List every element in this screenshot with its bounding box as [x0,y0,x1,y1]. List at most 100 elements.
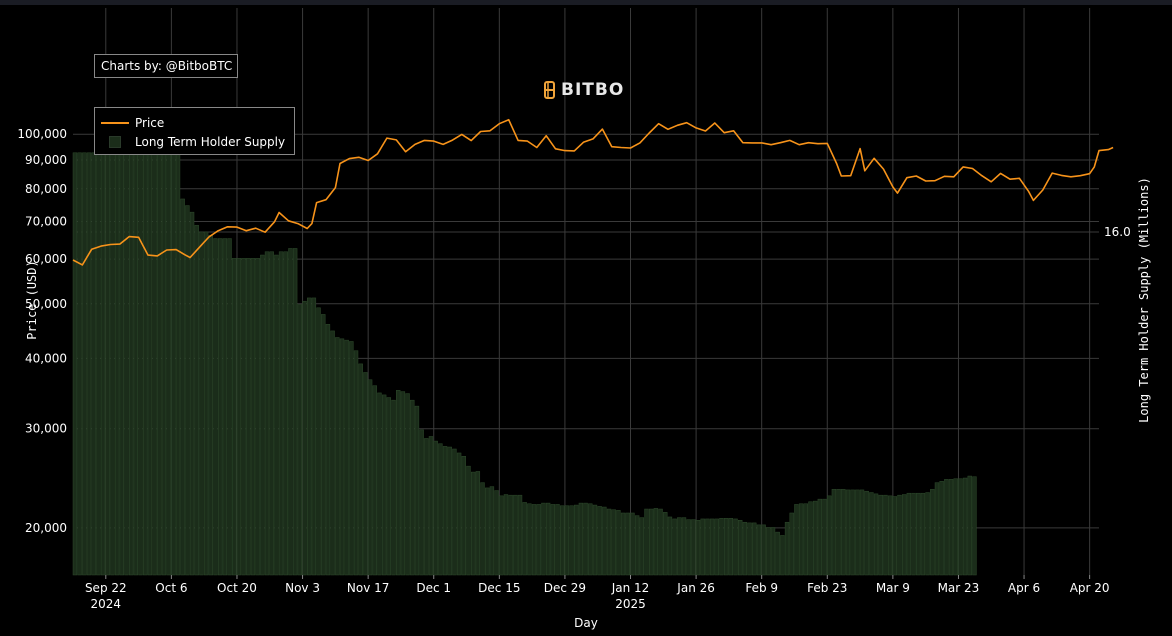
supply-bar [105,149,110,576]
supply-bar [672,518,677,576]
supply-bar [166,149,171,576]
supply-bar [185,205,190,576]
supply-bar [452,448,457,576]
supply-bar [339,338,345,576]
supply-bar [639,517,645,576]
supply-bar [311,297,317,576]
supply-bar [396,390,401,576]
supply-bar [143,152,148,576]
supply-bar [630,512,635,576]
x-tick-label: Apr 20 [1070,581,1110,595]
supply-bar [447,446,452,576]
supply-bar [588,503,593,576]
supply-bar [503,494,509,576]
supply-bar [128,152,134,576]
supply-bar [302,300,307,576]
supply-bar [812,500,818,576]
x-axis: Sep 22 2024 Oct 6 Oct 20 Nov 3 Nov 17 Dec 1 Dec… [85,575,1110,611]
supply-bar [723,518,729,576]
supply-bar [887,495,893,576]
y-left-tick-label: 20,000 [25,521,67,535]
supply-bar [499,495,504,576]
y-right-tick-label: 16.0 [1104,225,1131,239]
supply-bar [934,482,940,576]
supply-bar [948,479,954,576]
supply-bar [199,231,204,576]
legend-price-swatch [101,122,129,124]
supply-bar [925,492,930,576]
x-tick-year-label: 2025 [615,597,646,611]
supply-bar [822,498,827,576]
legend-price-label: Price [135,116,165,130]
supply-bar [349,341,354,576]
supply-bar [161,152,167,576]
bitbo-logo: BITBO [543,79,624,101]
supply-bar [325,324,331,576]
supply-bar [841,488,846,576]
supply-bar [461,456,466,576]
supply-bar [625,512,630,576]
supply-bar [784,521,790,576]
supply-bar [330,330,335,576]
supply-bar [545,502,551,576]
supply-bar [400,391,406,576]
supply-bar [775,531,780,576]
y-left-tick-label: 70,000 [25,214,67,228]
supply-bar [372,385,377,576]
supply-bar [377,392,382,576]
supply-bar [119,149,124,576]
supply-bar [719,518,724,576]
supply-bar [255,258,260,576]
legend[interactable]: Price Long Term Holder Supply [94,107,295,155]
supply-bar [906,492,912,576]
supply-bar [72,152,78,576]
supply-bar [278,251,284,576]
supply-bar [138,152,143,576]
supply-bar [714,518,719,576]
supply-bar [246,258,251,576]
supply-bar [414,405,420,576]
supply-bar [616,510,621,576]
y-left-tick-label: 40,000 [25,351,67,365]
legend-supply-label: Long Term Holder Supply [135,135,286,149]
bitbo-logo-icon [544,81,555,99]
supply-bar [386,397,392,576]
supply-bar [892,496,897,576]
supply-bar [527,503,532,576]
supply-bar [611,509,616,576]
supply-bar [850,489,855,576]
supply-bar [203,231,209,576]
supply-bar [470,471,476,576]
supply-bar [681,517,687,576]
x-tick-year-label: 2024 [91,597,122,611]
y-left-tick-label: 100,000 [17,127,67,141]
supply-bar [953,478,958,576]
supply-bar [897,494,902,576]
supply-bar [747,522,752,576]
x-tick-label: Oct 20 [217,581,257,595]
logo-text: BITBO [561,80,625,100]
supply-bar [260,254,265,576]
supply-bar [827,495,832,576]
supply-bar [883,494,888,576]
supply-bar [550,504,555,576]
supply-bar [817,498,823,576]
supply-bar [709,518,715,576]
supply-bar [770,527,776,576]
supply-bar [208,234,213,576]
supply-bar [620,512,626,576]
supply-bar [658,508,663,576]
supply-bar [96,152,101,576]
supply-bar [194,225,199,576]
supply-bar [742,521,748,576]
supply-bar [808,501,813,576]
supply-bar [559,505,565,576]
supply-bar [475,471,481,576]
supply-bar [513,494,518,576]
supply-bar [438,443,443,576]
supply-bar [803,503,808,576]
supply-bar [873,493,879,576]
supply-bar [335,337,340,576]
supply-bar [901,494,907,576]
x-tick-label: Oct 6 [155,581,187,595]
